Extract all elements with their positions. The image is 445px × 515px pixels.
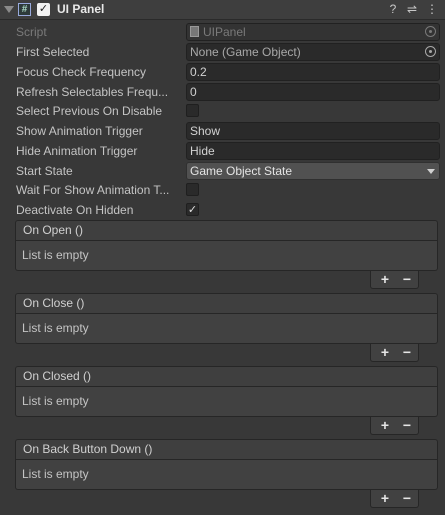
event-header: On Open () [15, 220, 438, 241]
show-animation-trigger-input[interactable]: Show [186, 122, 440, 140]
first-selected-field[interactable]: None (Game Object) [186, 43, 440, 61]
refresh-selectables-frequency-label: Refresh Selectables Frequ... [16, 85, 169, 99]
remove-listener-button[interactable]: − [396, 490, 418, 507]
deactivate-on-hidden-checkbox[interactable]: ✓ [186, 203, 199, 216]
row-script: Script UIPanel [0, 22, 445, 42]
wait-for-show-animation-checkbox[interactable] [186, 183, 199, 196]
select-previous-on-disable-label: Select Previous On Disable [16, 104, 163, 118]
event-list-buttons: + − [370, 490, 419, 508]
event-header: On Close () [15, 293, 438, 314]
row-first-selected: First Selected None (Game Object) [0, 42, 445, 62]
row-focus-check-frequency: Focus Check Frequency 0.2 [0, 62, 445, 82]
add-listener-button[interactable]: + [374, 490, 396, 507]
add-listener-button[interactable]: + [374, 344, 396, 361]
row-refresh-selectables-frequency: Refresh Selectables Frequ... 0 [0, 82, 445, 102]
script-value: UIPanel [203, 25, 246, 39]
deactivate-on-hidden-label: Deactivate On Hidden [16, 203, 134, 217]
dropdown-arrow-icon [427, 169, 435, 174]
event-list-buttons: + − [370, 271, 419, 289]
event-header: On Closed () [15, 366, 438, 387]
event-list-empty: List is empty [15, 314, 438, 344]
hide-animation-trigger-input[interactable]: Hide [186, 142, 440, 160]
component-enabled-checkbox[interactable]: ✓ [37, 3, 50, 16]
first-selected-label: First Selected [16, 45, 90, 59]
context-menu-icon[interactable]: ⋮ [425, 2, 439, 16]
script-file-icon [190, 26, 199, 37]
row-show-animation-trigger: Show Animation Trigger Show [0, 121, 445, 141]
row-wait-for-show-animation: Wait For Show Animation T... [0, 180, 445, 200]
script-field: UIPanel [186, 23, 440, 41]
script-icon: # [18, 3, 31, 16]
event-list-empty: List is empty [15, 241, 438, 271]
object-picker-icon[interactable] [425, 46, 436, 57]
event-list-empty: List is empty [15, 387, 438, 417]
help-icon[interactable]: ? [386, 2, 400, 16]
object-picker-icon [425, 26, 436, 37]
start-state-label: Start State [16, 164, 73, 178]
script-label: Script [16, 25, 47, 39]
event-header: On Back Button Down () [15, 439, 438, 460]
foldout-arrow-icon[interactable] [4, 6, 14, 13]
component-header[interactable]: # ✓ UI Panel ? ⇌ ⋮ [0, 0, 445, 20]
presets-icon[interactable]: ⇌ [405, 2, 419, 16]
first-selected-value: None (Game Object) [190, 45, 301, 59]
focus-check-frequency-input[interactable]: 0.2 [186, 63, 440, 81]
select-previous-on-disable-checkbox[interactable] [186, 104, 199, 117]
add-listener-button[interactable]: + [374, 271, 396, 288]
row-start-state: Start State Game Object State [0, 161, 445, 181]
refresh-selectables-frequency-input[interactable]: 0 [186, 83, 440, 101]
row-select-previous-on-disable: Select Previous On Disable [0, 101, 445, 121]
remove-listener-button[interactable]: − [396, 271, 418, 288]
start-state-value: Game Object State [190, 164, 293, 178]
wait-for-show-animation-label: Wait For Show Animation T... [16, 183, 170, 197]
focus-check-frequency-label: Focus Check Frequency [16, 65, 147, 79]
add-listener-button[interactable]: + [374, 417, 396, 434]
row-hide-animation-trigger: Hide Animation Trigger Hide [0, 141, 445, 161]
component-title: UI Panel [57, 2, 105, 16]
remove-listener-button[interactable]: − [396, 417, 418, 434]
start-state-dropdown[interactable]: Game Object State [186, 162, 440, 180]
event-list-buttons: + − [370, 417, 419, 435]
event-list-buttons: + − [370, 344, 419, 362]
row-deactivate-on-hidden: Deactivate On Hidden ✓ [0, 200, 445, 220]
remove-listener-button[interactable]: − [396, 344, 418, 361]
show-animation-trigger-label: Show Animation Trigger [16, 124, 143, 138]
hide-animation-trigger-label: Hide Animation Trigger [16, 144, 138, 158]
event-list-empty: List is empty [15, 460, 438, 490]
